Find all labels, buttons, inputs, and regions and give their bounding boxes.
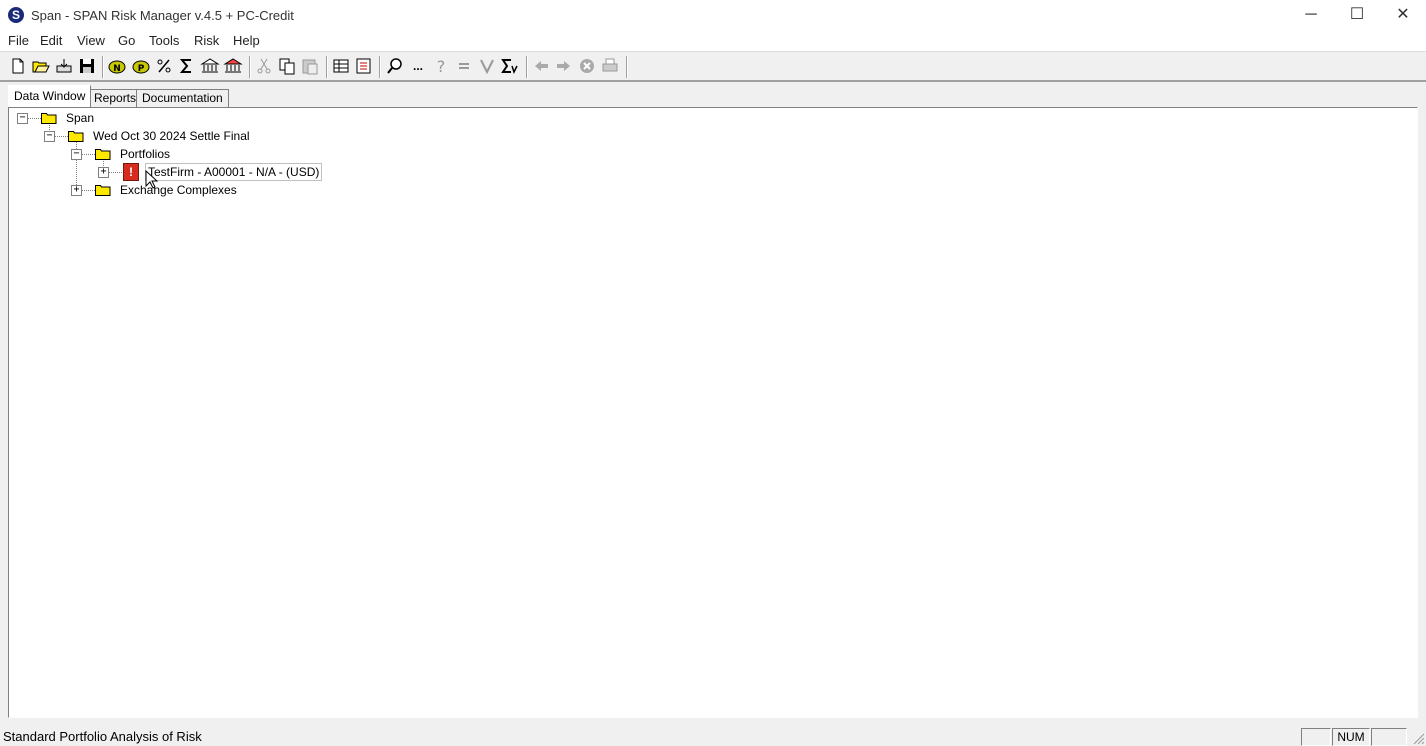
status-text: Standard Portfolio Analysis of Risk bbox=[3, 729, 202, 744]
menu-edit[interactable]: Edit bbox=[40, 33, 62, 48]
tree-node-portfolios[interactable]: Portfolios bbox=[120, 147, 170, 161]
toolbar-separator bbox=[249, 56, 251, 78]
open-icon[interactable] bbox=[31, 56, 51, 76]
toolbar: N P ... ? bbox=[0, 52, 1426, 82]
tab-data-window[interactable]: Data Window bbox=[8, 85, 92, 107]
warning-icon: ! bbox=[123, 163, 139, 181]
print-icon[interactable] bbox=[600, 56, 620, 76]
toolbar-separator bbox=[379, 56, 381, 78]
collapse-date-toggle[interactable]: − bbox=[44, 131, 55, 142]
menu-risk[interactable]: Risk bbox=[194, 33, 219, 48]
copy-icon[interactable] bbox=[277, 56, 297, 76]
sigma-v-icon[interactable] bbox=[500, 56, 520, 76]
tab-reports[interactable]: Reports bbox=[88, 89, 143, 107]
data-window-panel: − Span − Wed Oct 30 2024 Settle Final − … bbox=[8, 107, 1418, 718]
bank-icon[interactable] bbox=[200, 56, 220, 76]
svg-text:P: P bbox=[138, 64, 145, 74]
p-icon[interactable]: P bbox=[131, 56, 151, 76]
help-icon[interactable]: ? bbox=[431, 56, 451, 76]
tree-node-span[interactable]: Span bbox=[66, 111, 94, 125]
tree-node-testfirm[interactable]: TestFirm - A00001 - N/A - (USD) bbox=[145, 163, 323, 181]
folder-icon bbox=[95, 185, 111, 196]
status-pane-scrl bbox=[1371, 728, 1407, 746]
expand-exchange-toggle[interactable]: + bbox=[71, 185, 82, 196]
v-icon[interactable] bbox=[477, 56, 497, 76]
bank-red-icon[interactable] bbox=[223, 56, 243, 76]
paste-icon[interactable] bbox=[300, 56, 320, 76]
menu-view[interactable]: View bbox=[77, 33, 105, 48]
minimize-button[interactable]: ─ bbox=[1288, 0, 1334, 30]
expand-firm-toggle[interactable]: + bbox=[98, 167, 109, 178]
menu-help[interactable]: Help bbox=[233, 33, 260, 48]
folder-icon bbox=[95, 149, 111, 160]
status-bar: Standard Portfolio Analysis of Risk NUM bbox=[0, 726, 1426, 746]
toolbar-separator bbox=[326, 56, 328, 78]
new-icon[interactable] bbox=[8, 56, 28, 76]
tree-node-settle-date[interactable]: Wed Oct 30 2024 Settle Final bbox=[93, 129, 250, 143]
tree-connector bbox=[108, 172, 122, 173]
back-icon[interactable] bbox=[531, 56, 551, 76]
sigma-icon[interactable] bbox=[177, 56, 197, 76]
collapse-span-toggle[interactable]: − bbox=[17, 113, 28, 124]
find-icon[interactable] bbox=[385, 56, 405, 76]
percent-icon[interactable] bbox=[154, 56, 174, 76]
equals-icon[interactable] bbox=[454, 56, 474, 76]
toolbar-separator bbox=[102, 56, 104, 78]
cut-icon[interactable] bbox=[254, 56, 274, 76]
svg-text:?: ? bbox=[437, 57, 446, 76]
tree-connector bbox=[81, 154, 95, 155]
app-icon[interactable]: S bbox=[8, 7, 24, 23]
title-bar: S Span - SPAN Risk Manager v.4.5 + PC-Cr… bbox=[0, 0, 1426, 30]
tab-documentation[interactable]: Documentation bbox=[136, 89, 229, 107]
window-title: Span - SPAN Risk Manager v.4.5 + PC-Cred… bbox=[31, 8, 294, 23]
save-icon[interactable] bbox=[77, 56, 97, 76]
toolbar-separator bbox=[526, 56, 528, 78]
report-icon[interactable] bbox=[354, 56, 374, 76]
tree-node-exchange-complexes[interactable]: Exchange Complexes bbox=[120, 183, 237, 197]
maximize-button[interactable]: ☐ bbox=[1334, 0, 1380, 30]
more-icon[interactable]: ... bbox=[408, 56, 428, 76]
folder-icon bbox=[41, 113, 57, 124]
status-pane-num: NUM bbox=[1332, 728, 1370, 746]
menu-bar: File Edit View Go Tools Risk Help bbox=[0, 30, 1426, 52]
stop-icon[interactable] bbox=[577, 56, 597, 76]
folder-icon bbox=[68, 131, 84, 142]
grid-icon[interactable] bbox=[331, 56, 351, 76]
import-icon[interactable] bbox=[54, 56, 74, 76]
tree-connector bbox=[81, 190, 95, 191]
menu-go[interactable]: Go bbox=[118, 33, 135, 48]
mouse-cursor-icon bbox=[145, 170, 159, 189]
menu-tools[interactable]: Tools bbox=[149, 33, 179, 48]
resize-grip-icon[interactable] bbox=[1411, 731, 1425, 745]
close-button[interactable]: ✕ bbox=[1380, 0, 1426, 30]
svg-text:N: N bbox=[113, 64, 121, 74]
menu-file[interactable]: File bbox=[8, 33, 29, 48]
tree-connector bbox=[54, 136, 68, 137]
toolbar-separator bbox=[626, 56, 628, 78]
n-icon[interactable]: N bbox=[107, 56, 127, 76]
tree-connector bbox=[27, 118, 41, 119]
status-pane-caps bbox=[1301, 728, 1331, 746]
collapse-portfolios-toggle[interactable]: − bbox=[71, 149, 82, 160]
forward-icon[interactable] bbox=[554, 56, 574, 76]
